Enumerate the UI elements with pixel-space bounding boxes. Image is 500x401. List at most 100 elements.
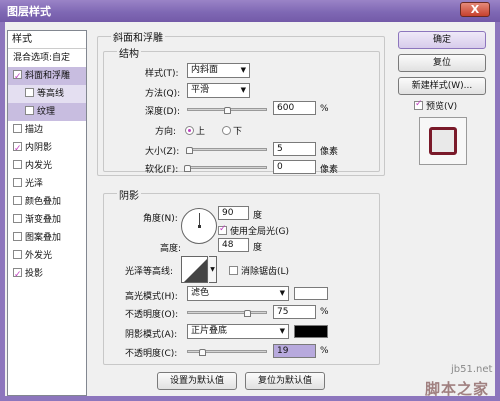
preview-checkbox[interactable]: 预览(V)	[414, 99, 457, 112]
highlight-opacity-thumb[interactable]	[244, 310, 251, 317]
watermark-brand: 脚本之家	[425, 380, 490, 398]
angle-dial[interactable]	[181, 208, 217, 244]
sidebar-item[interactable]: 纹理	[8, 103, 86, 121]
highlight-color-swatch[interactable]	[294, 287, 328, 300]
sidebar-item[interactable]: 内阴影	[8, 139, 86, 158]
depth-input[interactable]: 600	[273, 101, 316, 115]
checkbox-icon[interactable]	[25, 88, 34, 97]
bevel-emboss-title: 斜面和浮雕	[111, 29, 165, 44]
sidebar-item[interactable]: 光泽	[8, 175, 86, 193]
checkbox-icon[interactable]	[25, 106, 34, 115]
reset-button[interactable]: 复位	[398, 54, 486, 72]
sidebar-item-label: 斜面和浮雕	[25, 71, 71, 81]
make-default-button[interactable]: 设置为默认值	[157, 372, 237, 390]
antialias-checkbox[interactable]: 消除锯齿(L)	[229, 264, 289, 277]
checkbox-icon[interactable]	[13, 266, 22, 284]
style-preview	[419, 117, 467, 165]
altitude-label: 高度:	[160, 244, 182, 254]
title-bar[interactable]: 图层样式 X	[0, 0, 500, 22]
contour-curve-icon	[184, 259, 207, 282]
depth-label: 深度(D):	[145, 107, 180, 117]
angle-input[interactable]: 90	[218, 206, 249, 220]
global-light-label: 使用全局光(G)	[230, 227, 289, 237]
sidebar-item-label: 外发光	[25, 251, 53, 261]
new-style-button[interactable]: 新建样式(W)...	[398, 77, 486, 95]
sidebar-item[interactable]: 图案叠加	[8, 229, 86, 247]
sidebar-item[interactable]: 投影	[8, 265, 86, 284]
method-label: 方法(Q):	[145, 89, 181, 99]
altitude-input[interactable]: 48	[218, 238, 249, 252]
preview-label: 预览(V)	[426, 102, 458, 112]
highlight-mode-value: 滤色	[191, 288, 210, 298]
highlight-mode-label: 高光模式(H):	[125, 292, 178, 302]
chevron-down-icon: ▼	[240, 66, 246, 74]
shadow-opacity-input[interactable]: 19	[273, 344, 316, 358]
soften-slider-thumb[interactable]	[184, 165, 191, 172]
checkbox-icon[interactable]	[13, 178, 22, 187]
shadow-opacity-slider[interactable]	[187, 348, 267, 356]
highlight-opacity-input[interactable]: 75	[273, 305, 316, 319]
soften-input[interactable]: 0	[273, 160, 316, 174]
style-select[interactable]: 内斜面 ▼	[187, 63, 250, 78]
sidebar-item[interactable]: 内发光	[8, 157, 86, 175]
shadow-mode-select[interactable]: 正片叠底 ▼	[187, 324, 289, 339]
close-button[interactable]: X	[460, 2, 490, 17]
styles-header[interactable]: 样式	[8, 31, 86, 49]
gloss-contour-picker[interactable]	[181, 256, 208, 283]
angle-unit: 度	[253, 211, 263, 221]
shadow-opacity-unit: %	[320, 346, 329, 356]
watermark-site: jb51.net	[451, 364, 493, 375]
sidebar-item[interactable]: 外发光	[8, 247, 86, 265]
shadow-opacity-thumb[interactable]	[199, 349, 207, 356]
soften-label: 软化(F):	[145, 165, 179, 175]
sidebar-item[interactable]: 描边	[8, 121, 86, 139]
depth-slider[interactable]	[187, 106, 267, 114]
soften-slider[interactable]	[184, 164, 267, 172]
checkbox-icon[interactable]	[13, 232, 22, 241]
depth-slider-thumb[interactable]	[224, 107, 231, 114]
chevron-down-icon[interactable]: ▼	[209, 256, 217, 283]
size-label: 大小(Z):	[145, 147, 180, 157]
antialias-label: 消除锯齿(L)	[241, 267, 290, 277]
sidebar-item[interactable]: 颜色叠加	[8, 193, 86, 211]
direction-up-radio[interactable]: 上	[185, 124, 205, 137]
reset-default-button[interactable]: 复位为默认值	[245, 372, 325, 390]
highlight-opacity-label: 不透明度(O):	[125, 310, 179, 320]
direction-label: 方向:	[155, 127, 177, 137]
checkbox-icon[interactable]	[13, 214, 22, 223]
sidebar-item[interactable]: 渐变叠加	[8, 211, 86, 229]
size-slider[interactable]	[185, 146, 267, 154]
shadow-color-swatch[interactable]	[294, 325, 328, 338]
sidebar-item[interactable]: 混合选项:自定	[8, 49, 86, 67]
chevron-down-icon: ▼	[240, 86, 246, 94]
checkbox-icon	[229, 266, 238, 275]
styles-list: 样式 混合选项:自定斜面和浮雕等高线纹理描边内阴影内发光光泽颜色叠加渐变叠加图案…	[7, 30, 87, 396]
size-slider-thumb[interactable]	[185, 147, 193, 154]
sidebar-item-label: 图案叠加	[25, 233, 62, 243]
radio-icon	[222, 126, 231, 135]
ok-button[interactable]: 确定	[398, 31, 486, 49]
checkbox-icon[interactable]	[13, 68, 22, 86]
direction-down-radio[interactable]: 下	[222, 124, 242, 137]
style-label: 样式(T):	[145, 69, 179, 79]
direction-down-label: 下	[233, 127, 243, 137]
highlight-mode-select[interactable]: 滤色 ▼	[187, 286, 289, 301]
checkbox-icon[interactable]	[13, 196, 22, 205]
method-select[interactable]: 平滑 ▼	[187, 83, 250, 98]
sidebar-item-label: 纹理	[37, 107, 56, 117]
checkbox-icon[interactable]	[13, 124, 22, 133]
checkbox-icon[interactable]	[13, 160, 22, 169]
sidebar-item[interactable]: 等高线	[8, 85, 86, 103]
gloss-contour-label: 光泽等高线:	[125, 267, 174, 277]
direction-up-label: 上	[196, 127, 206, 137]
sidebar-item[interactable]: 斜面和浮雕	[8, 67, 86, 86]
checkbox-icon[interactable]	[13, 250, 22, 259]
size-input[interactable]: 5	[273, 142, 316, 156]
radio-icon	[185, 126, 194, 135]
sidebar-item-label: 等高线	[37, 89, 65, 99]
checkbox-icon[interactable]	[13, 140, 22, 158]
global-light-checkbox[interactable]: 使用全局光(G)	[218, 224, 289, 237]
highlight-opacity-slider[interactable]	[187, 309, 267, 317]
sidebar-item-label: 混合选项:自定	[13, 53, 71, 63]
sidebar-item-label: 渐变叠加	[25, 215, 62, 225]
